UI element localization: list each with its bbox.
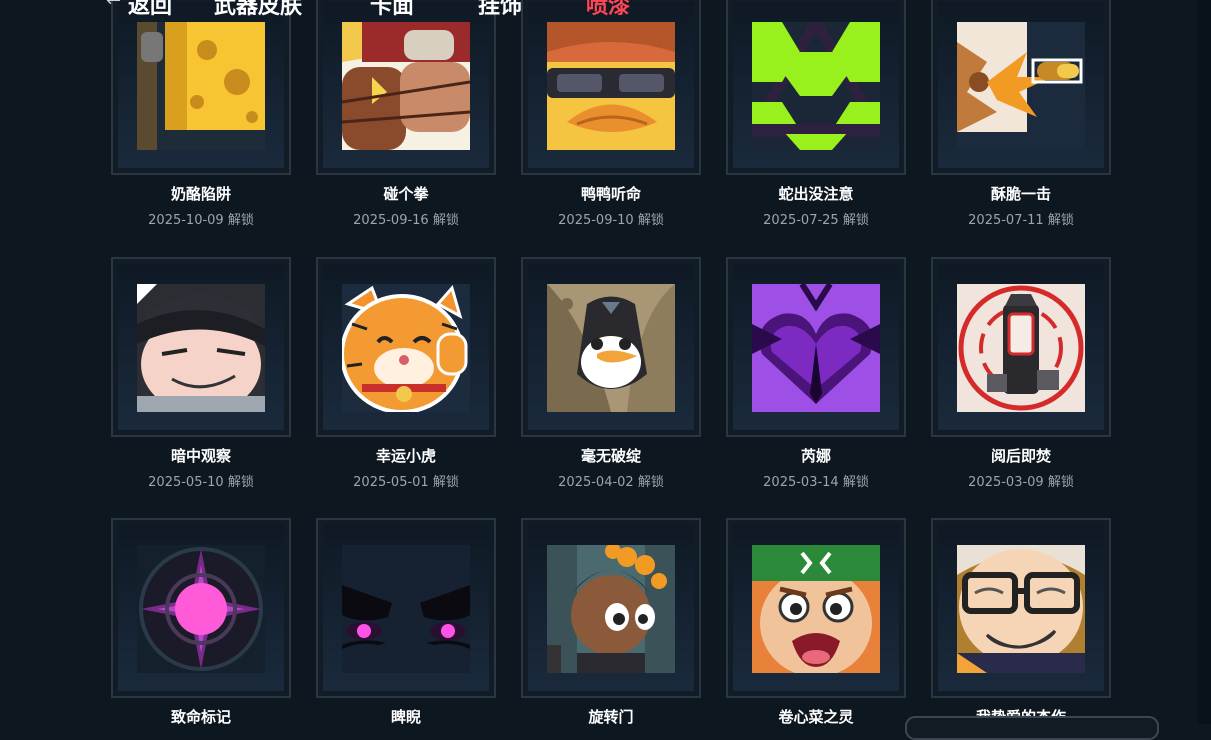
agent-portrait-icon [547, 545, 675, 673]
spray-unlock-date: 2025-05-10 解锁 [148, 475, 254, 490]
duck-sunglasses-icon [547, 22, 675, 150]
spray-unlock-date: 2025-04-02 解锁 [558, 475, 664, 490]
green-hexagon-icon [752, 22, 880, 150]
spray-unlock-date: 2025-09-16 解锁 [353, 213, 459, 228]
spray-unlock-date: 2025-03-09 解锁 [968, 475, 1074, 490]
penguin-icon [547, 284, 675, 412]
spray-card[interactable] [726, 257, 906, 437]
spray-name: 碰个拳 [383, 185, 429, 203]
spray-name: 鸭鸭听命 [580, 185, 641, 203]
spray-card[interactable] [111, 257, 291, 437]
spray-card[interactable] [726, 518, 906, 698]
floating-pill-button[interactable] [905, 716, 1159, 740]
glowing-eyes-icon [342, 545, 470, 673]
spray-card[interactable] [931, 518, 1111, 698]
spray-card[interactable] [521, 0, 701, 175]
spray-name: 暗中观察 [170, 447, 231, 465]
spray-unlock-date: 2025-10-09 解锁 [148, 213, 254, 228]
back-button[interactable]: 返回 [128, 0, 172, 20]
scrollbar-track[interactable] [1197, 0, 1211, 724]
tab-charms[interactable]: 挂饰 [478, 0, 522, 20]
spray-name: 睥睨 [390, 708, 421, 724]
spray-name: 幸运小虎 [375, 447, 436, 465]
target-pillar-icon [957, 284, 1085, 412]
spray-name: 卷心菜之灵 [778, 708, 854, 724]
spray-name: 旋转门 [588, 708, 634, 724]
lucky-tiger-icon [342, 284, 470, 412]
fist-bump-icon [342, 22, 470, 150]
spray-name: 毫无破绽 [580, 447, 641, 465]
glasses-grin-icon [957, 545, 1085, 673]
spray-unlock-date: 2025-09-10 解锁 [558, 213, 664, 228]
crispy-bullet-icon [957, 22, 1085, 150]
spray-card[interactable] [726, 0, 906, 175]
purple-heart-icon [752, 284, 880, 412]
spray-card[interactable] [316, 518, 496, 698]
spray-name: 致命标记 [170, 708, 231, 724]
spray-unlock-date: 2025-07-11 解锁 [968, 213, 1074, 228]
tab-sprays[interactable]: 喷漆 [586, 0, 630, 20]
cheese-trap-icon [137, 22, 265, 150]
spray-card[interactable] [316, 257, 496, 437]
spray-card[interactable] [316, 0, 496, 175]
spray-card[interactable] [931, 257, 1111, 437]
spray-name: 阅后即焚 [990, 447, 1051, 465]
spray-name: 芮娜 [800, 447, 831, 465]
spray-card[interactable] [521, 257, 701, 437]
spray-unlock-date: 2025-03-14 解锁 [763, 475, 869, 490]
spray-card[interactable] [521, 518, 701, 698]
shouting-face-icon [752, 545, 880, 673]
spray-card[interactable] [111, 518, 291, 698]
spray-unlock-date: 2025-07-25 解锁 [763, 213, 869, 228]
spray-unlock-date: 2025-05-01 解锁 [353, 475, 459, 490]
smug-face-icon [137, 284, 265, 412]
spray-name: 奶酪陷阱 [170, 185, 231, 203]
spray-card[interactable] [931, 0, 1111, 175]
tab-weapon-skins[interactable]: 武器皮肤 [214, 0, 302, 20]
spray-card[interactable] [111, 0, 291, 175]
tab-cards[interactable]: 卡面 [370, 0, 414, 20]
spray-name: 蛇出没注意 [778, 185, 854, 203]
pink-star-icon [137, 545, 265, 673]
spray-name: 酥脆一击 [990, 185, 1051, 203]
spray-grid: 奶酪陷阱 2025-10-09 解锁 碰个拳 2025-09-16 解锁 鸭鸭听命 202… [0, 0, 1211, 724]
back-arrow-icon[interactable]: ← [106, 0, 121, 11]
top-navigation: ← 返回 武器皮肤 卡面 挂饰 喷漆 [0, 0, 1211, 22]
